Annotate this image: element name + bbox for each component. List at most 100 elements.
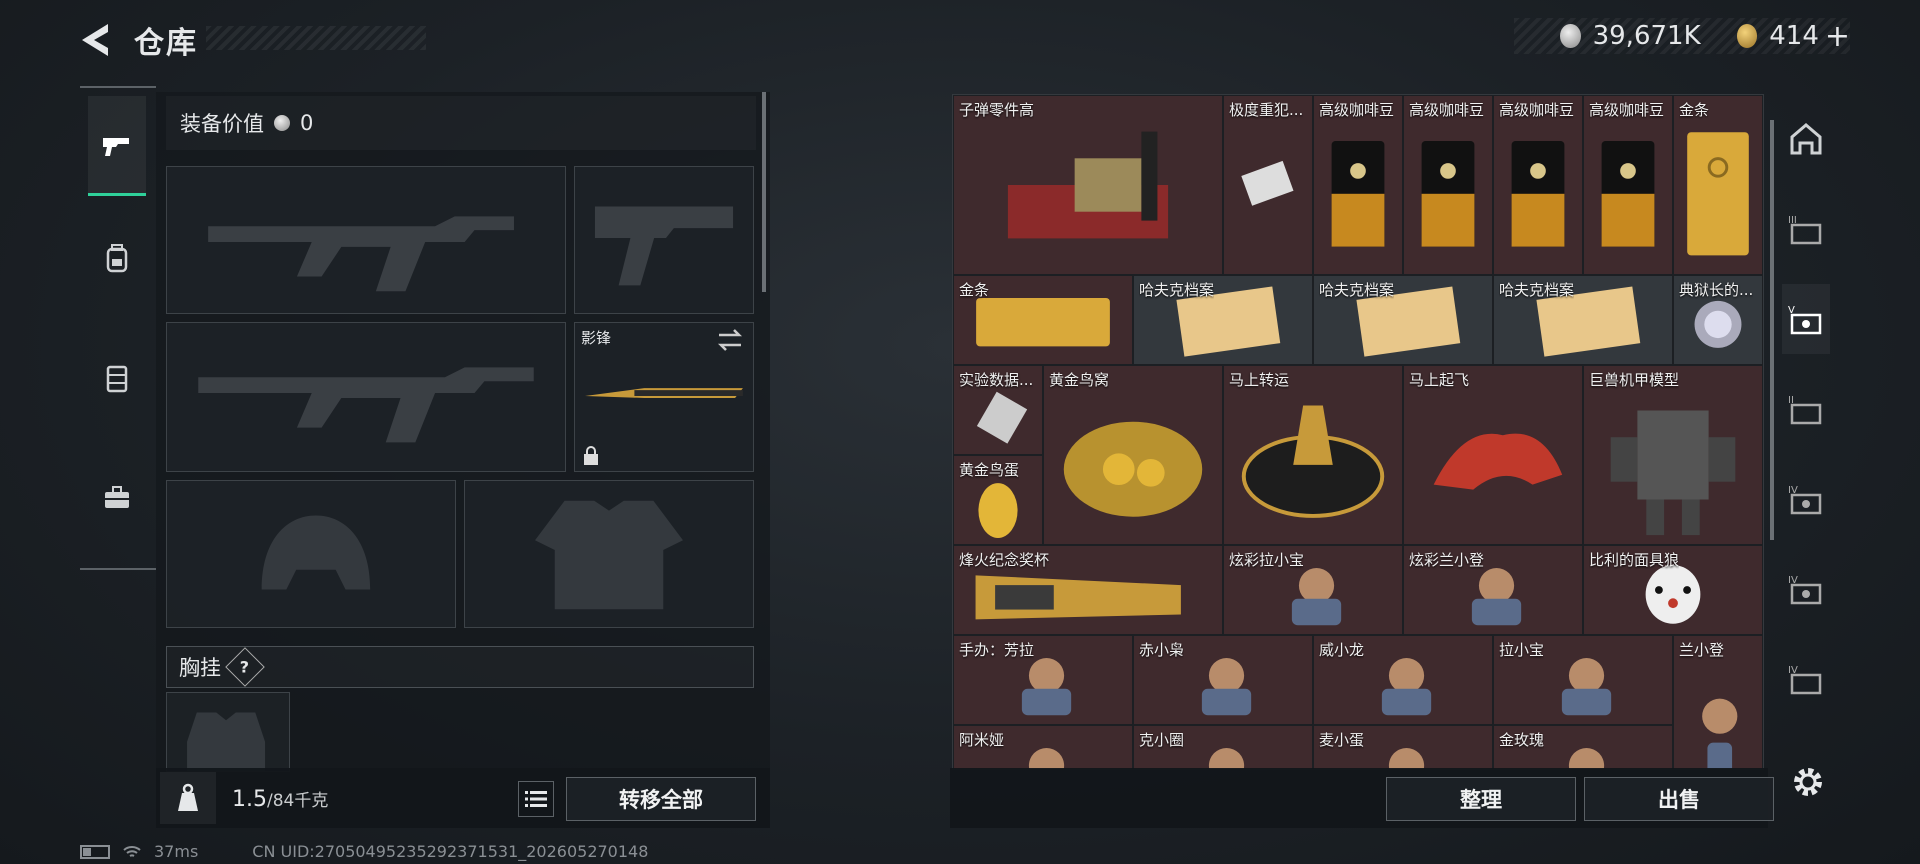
battery-icon bbox=[80, 844, 110, 859]
gold-bar-icon bbox=[1687, 132, 1749, 256]
item-cell[interactable]: 哈夫克档案 bbox=[1313, 275, 1493, 365]
wifi-icon bbox=[123, 845, 141, 857]
list-view-button[interactable] bbox=[518, 781, 554, 817]
home-icon bbox=[1790, 123, 1822, 155]
silver-coin-icon bbox=[274, 115, 290, 131]
tab-home[interactable] bbox=[1782, 104, 1830, 174]
item-cell[interactable]: 兰小登 bbox=[1673, 635, 1763, 769]
item-cell[interactable]: 麦小蛋 bbox=[1313, 725, 1493, 769]
tab-case-iv-3[interactable]: IV bbox=[1782, 644, 1830, 714]
tab-case-iv-2[interactable]: IV bbox=[1782, 554, 1830, 624]
briefcase-icon bbox=[105, 486, 129, 508]
chest-rig-silhouette-icon bbox=[187, 712, 266, 771]
warehouse-tabs: III V II IV IV IV bbox=[1776, 94, 1836, 770]
tab-case-iv[interactable]: IV bbox=[1782, 464, 1830, 534]
item-cell[interactable]: 哈夫克档案 bbox=[1133, 275, 1313, 365]
tab-vest[interactable] bbox=[88, 328, 146, 428]
item-cell[interactable]: 金条 bbox=[1673, 95, 1763, 275]
pistol-slot[interactable] bbox=[574, 166, 754, 314]
item-cell[interactable]: 阿米娅 bbox=[953, 725, 1133, 769]
item-cell[interactable]: 炫彩拉小宝 bbox=[1223, 545, 1403, 635]
ammo-icon bbox=[1007, 131, 1169, 239]
page-title: 仓库 bbox=[134, 26, 198, 61]
item-label: 赤小枭 bbox=[1139, 641, 1185, 659]
equipment-value: 装备价值 0 bbox=[166, 96, 756, 150]
chest-rig-slot[interactable] bbox=[166, 692, 290, 772]
silver-amount: 39,671K bbox=[1592, 21, 1701, 51]
item-cell[interactable]: 典狱长的... bbox=[1673, 275, 1763, 365]
back-arrow-icon[interactable] bbox=[78, 20, 118, 60]
transfer-all-button[interactable]: 转移全部 bbox=[566, 777, 756, 821]
mech-icon bbox=[1610, 410, 1736, 536]
item-label: 克小圈 bbox=[1139, 731, 1185, 749]
help-icon[interactable]: ? bbox=[225, 647, 265, 687]
item-label: 马上转运 bbox=[1229, 371, 1290, 389]
item-cell[interactable]: 威小龙 bbox=[1313, 635, 1493, 725]
tab-backpack[interactable] bbox=[88, 208, 146, 308]
pistol-icon bbox=[103, 137, 129, 156]
gear-icon[interactable] bbox=[1788, 762, 1828, 802]
currency-bar: 39,671K 414 + bbox=[1514, 18, 1850, 54]
item-cell[interactable]: 高级咖啡豆 bbox=[1403, 95, 1493, 275]
bag-icon bbox=[1511, 141, 1565, 247]
pistol-silhouette-icon bbox=[594, 206, 734, 286]
item-label: 实验数据... bbox=[959, 371, 1034, 389]
item-cell[interactable]: 赤小枭 bbox=[1133, 635, 1313, 725]
carry-weight: 1.5/84千克 bbox=[232, 786, 328, 812]
item-label: 哈夫克档案 bbox=[1139, 281, 1215, 299]
tab-case-v[interactable]: V bbox=[1782, 284, 1830, 354]
bag-icon bbox=[1331, 141, 1385, 247]
primary-weapon-slot[interactable] bbox=[166, 166, 566, 314]
armor-silhouette-icon bbox=[535, 500, 683, 610]
item-cell[interactable]: 高级咖啡豆 bbox=[1313, 95, 1403, 275]
item-label: 拉小宝 bbox=[1499, 641, 1545, 659]
tab-weapons[interactable] bbox=[88, 96, 146, 196]
item-cell[interactable]: 黄金鸟蛋 bbox=[953, 455, 1043, 545]
item-label: 金条 bbox=[1679, 101, 1710, 119]
melee-slot[interactable]: 影锋 bbox=[574, 322, 754, 472]
tier-v-case-icon: V bbox=[1788, 305, 1822, 335]
item-cell[interactable]: 拉小宝 bbox=[1493, 635, 1673, 725]
armor-slot[interactable] bbox=[464, 480, 754, 628]
secondary-weapon-slot[interactable] bbox=[166, 322, 566, 472]
item-cell[interactable]: 金条 bbox=[953, 275, 1133, 365]
loadout-scrollbar[interactable] bbox=[762, 92, 766, 292]
item-cell[interactable]: 金玫瑰 bbox=[1493, 725, 1673, 769]
ping: 37ms bbox=[154, 842, 199, 861]
item-cell[interactable]: 高级咖啡豆 bbox=[1583, 95, 1673, 275]
item-label: 高级咖啡豆 bbox=[1589, 101, 1665, 119]
knife-icon bbox=[585, 388, 743, 398]
tab-case[interactable] bbox=[88, 448, 146, 548]
item-cell[interactable]: 马上起飞 bbox=[1403, 365, 1583, 545]
item-label: 金玫瑰 bbox=[1499, 731, 1545, 749]
item-cell[interactable]: 哈夫克档案 bbox=[1493, 275, 1673, 365]
item-cell[interactable]: 高级咖啡豆 bbox=[1493, 95, 1583, 275]
sell-button[interactable]: 出售 bbox=[1584, 777, 1774, 821]
item-label: 高级咖啡豆 bbox=[1409, 101, 1485, 119]
item-cell[interactable]: 黄金鸟窝 bbox=[1043, 365, 1223, 545]
helmet-slot[interactable] bbox=[166, 480, 456, 628]
add-gold-button[interactable]: + bbox=[1825, 19, 1850, 54]
item-cell[interactable]: 巨兽机甲模型 bbox=[1583, 365, 1763, 545]
rifle-silhouette-icon bbox=[208, 216, 514, 292]
item-cell[interactable]: 手办：芳拉 bbox=[953, 635, 1133, 725]
item-cell[interactable]: 马上转运 bbox=[1223, 365, 1403, 545]
item-cell[interactable]: 极度重犯... bbox=[1223, 95, 1313, 275]
item-cell[interactable]: 炫彩兰小登 bbox=[1403, 545, 1583, 635]
item-cell[interactable]: 烽火纪念奖杯 bbox=[953, 545, 1223, 635]
item-cell[interactable]: 克小圈 bbox=[1133, 725, 1313, 769]
item-label: 巨兽机甲模型 bbox=[1589, 371, 1680, 389]
item-label: 炫彩拉小宝 bbox=[1229, 551, 1305, 569]
item-cell[interactable]: 子弹零件高 bbox=[953, 95, 1223, 275]
organize-button[interactable]: 整理 bbox=[1386, 777, 1576, 821]
item-cell[interactable]: 比利的面具狼 bbox=[1583, 545, 1763, 635]
item-label: 金条 bbox=[959, 281, 990, 299]
warehouse-scrollbar[interactable] bbox=[1770, 120, 1774, 540]
item-label: 兰小登 bbox=[1679, 641, 1725, 659]
title-decoration bbox=[206, 26, 426, 50]
tab-case-iii[interactable]: III bbox=[1782, 194, 1830, 264]
tab-case-ii[interactable]: II bbox=[1782, 374, 1830, 444]
bag-icon bbox=[1601, 141, 1655, 247]
item-label: 麦小蛋 bbox=[1319, 731, 1365, 749]
item-cell[interactable]: 实验数据... bbox=[953, 365, 1043, 455]
